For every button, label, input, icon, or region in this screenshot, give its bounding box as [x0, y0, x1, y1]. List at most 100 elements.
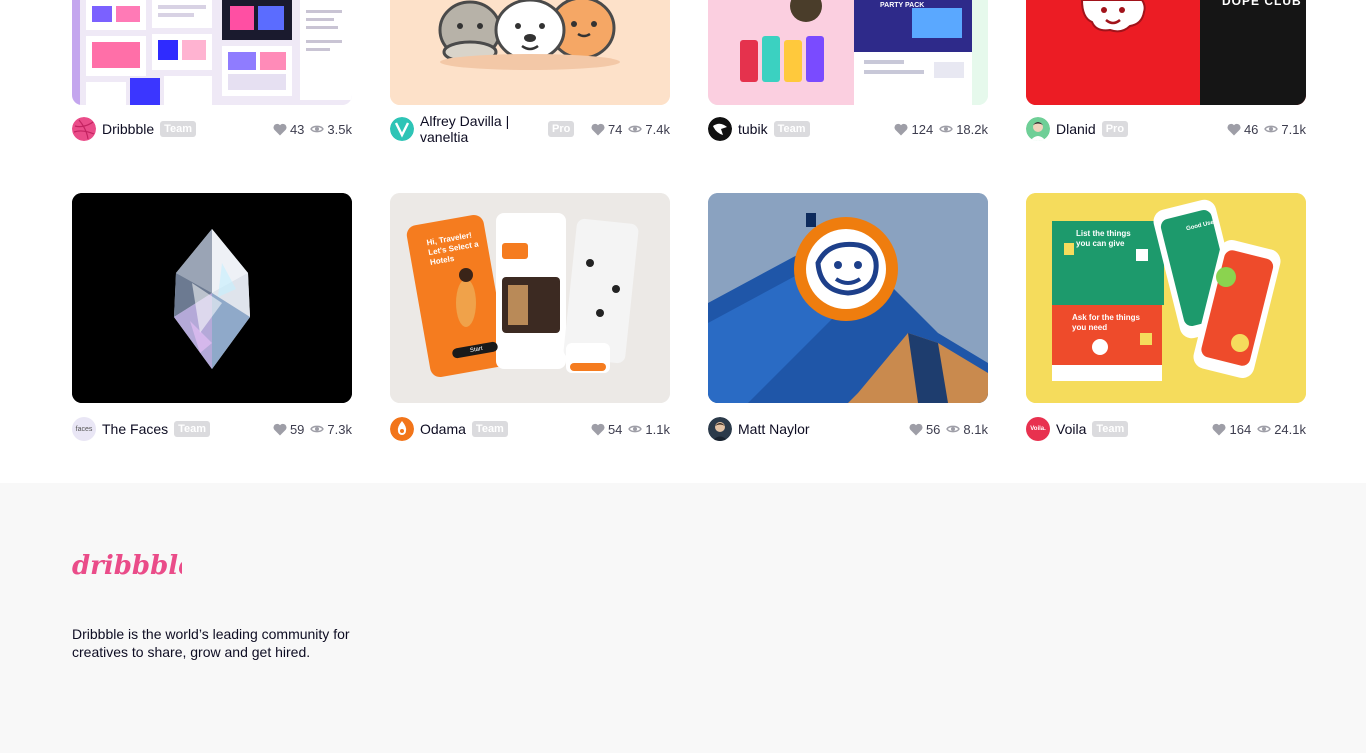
eye-icon — [628, 425, 643, 433]
likes-stat[interactable]: 43 — [273, 122, 304, 137]
odama-logo-icon — [390, 417, 414, 441]
pro-badge: Pro — [1101, 121, 1129, 137]
likes-stat[interactable]: 54 — [591, 422, 622, 437]
likes-stat[interactable]: 59 — [273, 422, 304, 437]
author-name[interactable]: Voila — [1056, 421, 1086, 437]
avatar[interactable]: Voila. — [1026, 417, 1050, 441]
shot-card: Matt Naylor 56 8.1k — [708, 193, 988, 441]
shot-image-hotel-app — [390, 193, 670, 403]
eye-icon — [310, 425, 325, 433]
dlanid-avatar-icon — [1026, 117, 1050, 141]
avatar[interactable]: faces — [72, 417, 96, 441]
views-count: 18.2k — [956, 121, 988, 137]
shot-stats: 124 18.2k — [888, 122, 988, 137]
author-name[interactable]: Dribbble — [102, 121, 154, 137]
author-name[interactable]: tubik — [738, 121, 768, 137]
likes-count: 43 — [289, 121, 305, 137]
shot-meta: Voila. Voila Team 164 24.1k — [1026, 413, 1306, 445]
team-badge: Team — [1092, 421, 1129, 437]
avatar[interactable] — [1026, 117, 1050, 141]
shot-card: List the things you can give Ask for the… — [1026, 193, 1306, 441]
shot-stats: 164 24.1k — [1206, 422, 1306, 437]
likes-stat[interactable]: 56 — [909, 422, 940, 437]
shot-thumbnail[interactable] — [72, 0, 352, 105]
views-stat: 18.2k — [939, 122, 988, 137]
views-stat: 7.3k — [310, 422, 352, 437]
eye-icon — [946, 425, 961, 433]
likes-count: 46 — [1243, 121, 1259, 137]
avatar[interactable] — [708, 117, 732, 141]
views-stat: 7.4k — [628, 122, 670, 137]
voila-logo-text: Voila. — [1030, 426, 1046, 432]
shot-thumbnail[interactable]: DOPE CLUB — [1026, 0, 1306, 105]
party-pack-text: PARTY PACK — [880, 2, 925, 9]
eye-icon — [310, 125, 325, 133]
shot-thumbnail[interactable]: PARTY PACK — [708, 0, 988, 105]
likes-count: 164 — [1229, 421, 1252, 437]
likes-stat[interactable]: 124 — [894, 122, 933, 137]
avatar[interactable] — [390, 417, 414, 441]
shot-card: Dribbble Team 43 3.5k — [72, 0, 352, 141]
shot-image-crystal — [72, 193, 352, 403]
author-name[interactable]: Dlanid — [1056, 121, 1096, 137]
author-name[interactable]: Alfrey Davilla | vaneltia — [420, 113, 540, 145]
author-name[interactable]: Odama — [420, 421, 466, 437]
shot-image-dope-club — [1026, 0, 1306, 105]
avatar[interactable] — [390, 117, 414, 141]
heart-icon — [1227, 123, 1241, 135]
likes-count: 56 — [925, 421, 941, 437]
page: Dribbble Team 43 3.5k Alfrey Davilla | v… — [0, 0, 1366, 753]
team-badge: Team — [471, 421, 508, 437]
dribbble-wordmark-logo: dribbble — [72, 551, 195, 581]
eye-icon — [1257, 425, 1271, 433]
avatar[interactable] — [72, 117, 96, 141]
likes-stat[interactable]: 46 — [1227, 122, 1258, 137]
shot-thumbnail[interactable]: List the things you can give Ask for the… — [1026, 193, 1306, 403]
views-stat: 7.1k — [1264, 122, 1306, 137]
shot-grid: Dribbble Team 43 3.5k Alfrey Davilla | v… — [72, 0, 1306, 483]
views-count: 3.5k — [327, 121, 352, 137]
author-name[interactable]: Matt Naylor — [738, 421, 810, 437]
likes-count: 74 — [607, 121, 623, 137]
dribbble-logo[interactable]: dribbble — [72, 548, 195, 585]
views-count: 8.1k — [963, 421, 988, 437]
shot-image-cat-dog-illustration — [390, 0, 670, 105]
likes-stat[interactable]: 164 — [1212, 422, 1251, 437]
author-name[interactable]: The Faces — [102, 421, 168, 437]
avatar[interactable] — [708, 417, 732, 441]
heart-icon — [591, 423, 605, 435]
heart-icon — [894, 123, 908, 135]
shot-meta: Odama Team 54 1.1k — [390, 413, 670, 445]
shot-thumbnail[interactable] — [708, 193, 988, 403]
views-count: 7.1k — [1281, 121, 1306, 137]
eye-icon — [628, 125, 643, 133]
shot-card: DOPE CLUB Dlanid Pro 46 7.1k — [1026, 0, 1306, 141]
shot-thumbnail[interactable]: Hi, Traveler! Let's Select a Hotels Star… — [390, 193, 670, 403]
tubik-logo-icon — [708, 117, 732, 141]
shot-card: Hi, Traveler! Let's Select a Hotels Star… — [390, 193, 670, 441]
views-count: 24.1k — [1274, 421, 1306, 437]
pro-badge: Pro — [548, 121, 575, 137]
list-things-text: List the things you can give — [1076, 229, 1131, 248]
shot-image-drink-cans — [708, 0, 988, 105]
matt-naylor-avatar-icon — [708, 417, 732, 441]
ask-things-text: Ask for the things you need — [1072, 313, 1141, 332]
heart-icon — [1212, 423, 1226, 435]
likes-stat[interactable]: 74 — [591, 122, 622, 137]
footer-description: Dribbble is the world’s leading communit… — [72, 626, 350, 660]
shot-meta: faces The Faces Team 59 7.3k — [72, 413, 352, 445]
heart-icon — [273, 123, 287, 135]
team-badge: Team — [174, 421, 211, 437]
views-count: 7.4k — [645, 121, 670, 137]
dope-club-text: DOPE CLUB — [1222, 0, 1302, 8]
shot-thumbnail[interactable] — [72, 193, 352, 403]
site-footer: dribbble Dribbble is the world’s leading… — [0, 483, 1366, 753]
heart-icon — [591, 123, 605, 135]
faces-logo-text: faces — [75, 425, 93, 433]
dribbble-ball-icon — [72, 117, 96, 141]
shot-image-good-use-app — [1026, 193, 1306, 403]
shot-thumbnail[interactable] — [390, 0, 670, 105]
shot-card: Alfrey Davilla | vaneltia Pro 74 7.4k — [390, 0, 670, 145]
views-stat: 8.1k — [946, 422, 988, 437]
shot-meta: Dribbble Team 43 3.5k — [72, 113, 352, 145]
